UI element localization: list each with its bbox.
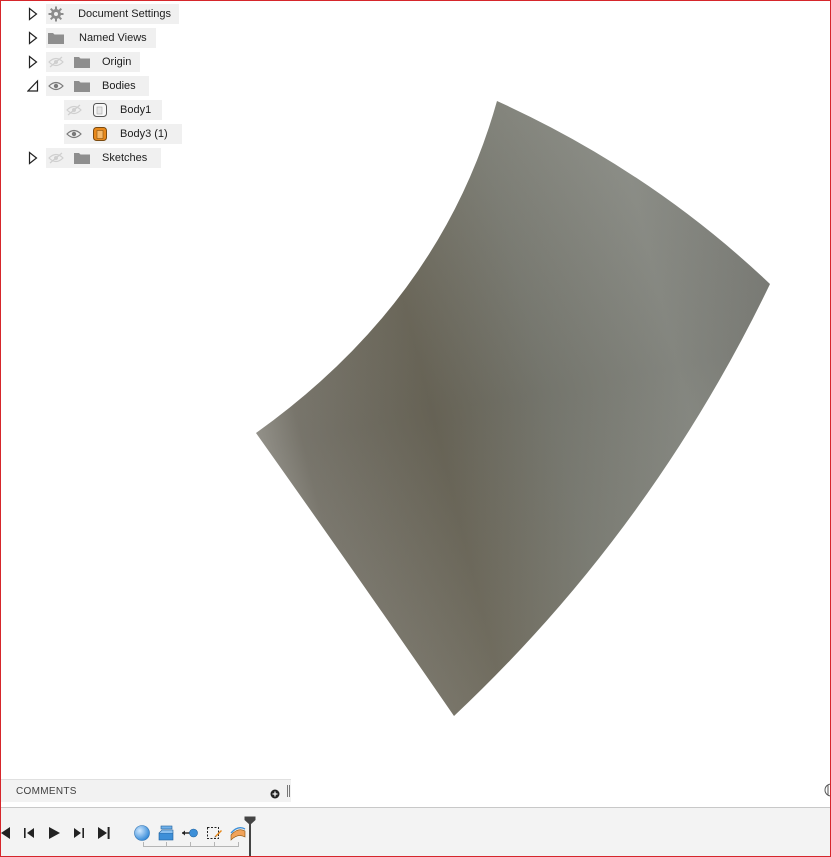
- folder-icon: [72, 148, 92, 168]
- expand-document-settings-icon[interactable]: [27, 6, 39, 22]
- comments-panel[interactable]: COMMENTS: [1, 779, 291, 802]
- play-icon[interactable]: [47, 826, 61, 840]
- expand-sketches-icon[interactable]: [27, 150, 39, 166]
- timeline-bar: [1, 807, 830, 856]
- step-back-icon[interactable]: [22, 826, 36, 840]
- expand-named-views-icon[interactable]: [27, 30, 39, 46]
- navigation-bar-grip-icon[interactable]: [823, 782, 830, 798]
- body-icon: [90, 100, 110, 120]
- timeline-tick: [190, 842, 191, 847]
- browser-item-bodies[interactable]: Bodies: [46, 76, 149, 96]
- expand-origin-icon[interactable]: [27, 54, 39, 70]
- comments-title: COMMENTS: [16, 785, 77, 797]
- extrude-feature-icon[interactable]: [157, 824, 175, 842]
- timeline-tick: [214, 842, 215, 847]
- eye-icon[interactable]: [64, 124, 84, 144]
- folder-icon: [72, 52, 92, 72]
- eye-hidden-icon[interactable]: [46, 148, 66, 168]
- browser-item-label: Bodies: [102, 80, 136, 92]
- step-forward-icon[interactable]: [72, 826, 86, 840]
- timeline-marker-icon[interactable]: [244, 816, 256, 856]
- app-window: Document Settings Named Views Origin Bod…: [0, 0, 831, 857]
- browser-item-sketches[interactable]: Sketches: [46, 148, 161, 168]
- collapse-bodies-icon[interactable]: [27, 78, 39, 94]
- go-to-start-icon[interactable]: [1, 826, 13, 840]
- browser-item-body1[interactable]: Body1: [64, 100, 162, 120]
- eye-hidden-icon[interactable]: [46, 52, 66, 72]
- sphere-feature-icon[interactable]: [133, 824, 151, 842]
- browser-item-label: Body1: [120, 104, 152, 116]
- folder-icon: [72, 76, 92, 96]
- go-to-end-icon[interactable]: [97, 826, 111, 840]
- browser-item-document-settings[interactable]: Document Settings: [46, 4, 179, 24]
- timeline-tick: [143, 842, 144, 847]
- browser-item-label: Document Settings: [78, 8, 171, 20]
- browser-item-body3[interactable]: Body3 (1): [64, 124, 182, 144]
- eye-hidden-icon[interactable]: [64, 100, 84, 120]
- eye-icon[interactable]: [46, 76, 66, 96]
- browser-item-origin[interactable]: Origin: [46, 52, 140, 72]
- timeline-tick: [166, 842, 167, 847]
- browser-item-label: Body3 (1): [120, 128, 168, 140]
- browser-item-label: Named Views: [79, 32, 147, 44]
- browser-item-label: Origin: [102, 56, 132, 68]
- panel-resize-handle[interactable]: [287, 785, 290, 797]
- move-feature-icon[interactable]: [181, 824, 199, 842]
- timeline-tick: [238, 842, 239, 847]
- timeline-track: [143, 846, 239, 847]
- folder-icon: [46, 28, 66, 48]
- sketch-feature-icon[interactable]: [205, 824, 223, 842]
- add-comment-icon[interactable]: [270, 786, 280, 799]
- gear-icon: [46, 4, 65, 24]
- body-icon: [90, 124, 110, 144]
- browser-item-named-views[interactable]: Named Views: [46, 28, 156, 48]
- browser-item-label: Sketches: [102, 152, 148, 164]
